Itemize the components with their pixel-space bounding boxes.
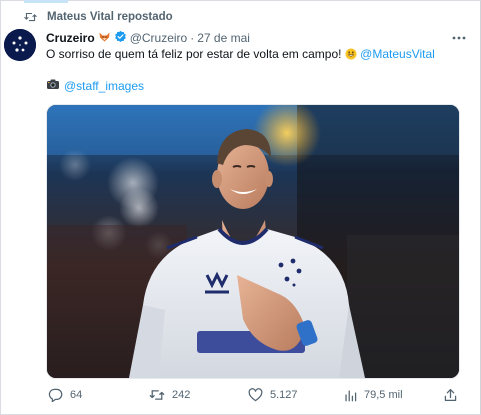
views-button[interactable]: 79,5 mil xyxy=(344,388,403,402)
reply-button[interactable]: 64 xyxy=(48,388,82,402)
repost-icon xyxy=(24,11,37,23)
mention-link[interactable]: @MateusVital xyxy=(360,47,435,61)
share-button[interactable] xyxy=(444,388,457,402)
camera-emoji-icon xyxy=(46,78,60,94)
avatar[interactable] xyxy=(4,29,36,61)
verified-badge-icon xyxy=(114,30,127,46)
reply-icon xyxy=(48,388,63,402)
repost-button[interactable]: 242 xyxy=(149,388,190,402)
fox-emoji-icon xyxy=(98,31,111,46)
view-count: 79,5 mil xyxy=(364,389,403,401)
more-options-icon[interactable] xyxy=(449,31,469,45)
thread-connector xyxy=(24,0,68,3)
like-button[interactable]: 5.127 xyxy=(248,388,298,402)
tweet-header: Cruzeiro @Cruzeiro · 27 de mai xyxy=(46,30,250,46)
tweet-text: O sorriso de quem tá feliz por estar de … xyxy=(46,46,466,62)
repost-indicator: Mateus Vital repostado xyxy=(24,9,173,25)
photo-credit: @staff_images xyxy=(46,78,144,94)
photo-credit-link[interactable]: @staff_images xyxy=(64,78,144,94)
repost-icon xyxy=(149,388,165,402)
tweet-photo[interactable] xyxy=(46,104,460,379)
reply-count: 64 xyxy=(70,389,83,401)
author-name[interactable]: Cruzeiro xyxy=(46,31,95,45)
repost-count: 242 xyxy=(172,389,191,401)
share-icon xyxy=(444,388,457,402)
analytics-icon xyxy=(344,388,357,402)
smiling-face-emoji-icon xyxy=(345,48,357,60)
tweet-actions: 64 242 5.127 79,5 mil xyxy=(46,388,460,404)
repost-label[interactable]: Mateus Vital repostado xyxy=(47,11,173,23)
heart-icon xyxy=(248,388,263,402)
header-separator: · xyxy=(190,31,195,45)
tweet-date[interactable]: 27 de mai xyxy=(197,31,250,45)
author-handle[interactable]: @Cruzeiro xyxy=(130,31,188,45)
tweet-body: O sorriso de quem tá feliz por estar de … xyxy=(46,47,345,61)
like-count: 5.127 xyxy=(270,389,298,401)
